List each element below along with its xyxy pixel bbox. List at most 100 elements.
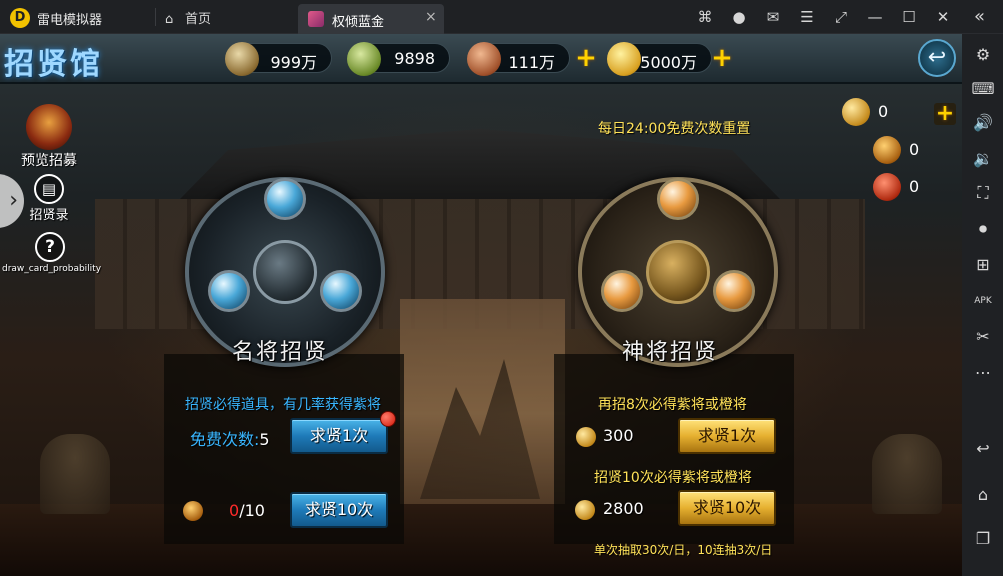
daily-reset-note: 每日24:00免费次数重置 — [598, 121, 751, 137]
add-copper-button[interactable]: + — [575, 45, 597, 71]
divine-once-hint: 再招8次必得紫将或橙将 — [598, 397, 747, 413]
record-icon[interactable]: ⏺ — [970, 216, 996, 242]
divine-recruit-ten-button[interactable]: 求贤10次 — [678, 490, 776, 526]
landscape-mural — [400, 299, 565, 529]
divine-ten-hint: 招贤10次必得紫将或橙将 — [594, 470, 752, 486]
add-token-button[interactable]: + — [934, 103, 956, 125]
stone-lion-left — [40, 434, 110, 514]
settings-icon[interactable]: ⚙ — [970, 42, 996, 68]
free-count-value: 5 — [259, 430, 270, 449]
recent-apps-icon[interactable]: ❐ — [970, 526, 996, 552]
silver-ingot-icon — [225, 42, 259, 76]
add-app-icon[interactable]: ⊞ — [970, 252, 996, 278]
daily-limit-note: 单次抽取30次/日，10连抽3次/日 — [594, 543, 773, 557]
maximize-icon[interactable]: ☐ — [899, 7, 919, 27]
volume-down-icon[interactable]: 🔉 — [970, 146, 996, 172]
silver-value: 999万 — [270, 53, 317, 72]
emulator-titlebar: D 雷电模拟器 ⌂ 首页 权倾蓝金 × ⌘ ● ✉ ☰ ⤢ — ☐ ✕ « — [0, 0, 1003, 34]
divine-fragment-count: 0 — [909, 177, 920, 196]
recruit-records-label: 招贤录 — [29, 208, 69, 223]
tab-close-icon[interactable]: × — [425, 9, 437, 25]
resource-silver: 999万 — [225, 42, 332, 76]
famous-recruit-title: 名将招贤 — [232, 340, 329, 365]
blue-orb-left-icon — [208, 270, 250, 312]
gamepad-icon[interactable]: ⌘ — [695, 7, 715, 27]
free-count-label: 免费次数: — [190, 430, 260, 449]
pin-icon[interactable]: ⤢ — [831, 7, 851, 27]
notification-dot-icon — [380, 411, 396, 427]
apk-icon[interactable]: APK — [970, 288, 996, 314]
temple-floor — [0, 504, 962, 576]
question-mark-icon: ? — [35, 232, 65, 262]
famous-recruit-once-button[interactable]: 求贤1次 — [290, 418, 388, 454]
general-fragment-row: 0 — [873, 136, 962, 164]
volume-up-icon[interactable]: 🔊 — [970, 110, 996, 136]
free-count-row: 免费次数:5 — [190, 426, 270, 450]
home-nav-icon[interactable]: ⌂ — [970, 482, 996, 508]
famous-recruit-hint: 招贤必得道具，有几率获得紫将 — [185, 397, 381, 413]
preview-recruit-label: 预览招募 — [21, 153, 77, 169]
page-title: 招贤馆 — [4, 47, 103, 82]
user-icon[interactable]: ● — [729, 7, 749, 27]
add-gold-button[interactable]: + — [711, 45, 733, 71]
divine-ten-coin-icon — [575, 500, 595, 520]
back-nav-icon[interactable]: ↩ — [970, 436, 996, 462]
token-count: 0 — [878, 102, 889, 121]
blue-orb-top-icon — [264, 178, 306, 220]
dragon-emblem-icon — [253, 240, 317, 304]
fragment-total: /10 — [239, 501, 265, 520]
divine-recruit-title: 神将招贤 — [622, 340, 719, 365]
keyboard-icon[interactable]: ⌨ — [970, 76, 996, 102]
divine-recruit-once-button[interactable]: 求贤1次 — [678, 418, 776, 454]
menu-icon[interactable]: ☰ — [797, 7, 817, 27]
scissors-icon[interactable]: ✂ — [970, 324, 996, 350]
copper-value: 111万 — [508, 53, 555, 72]
game-tab-icon — [308, 11, 324, 27]
token-count-row: 0 — [842, 98, 942, 126]
golden-dragon-emblem-icon — [646, 240, 710, 304]
minimize-icon[interactable]: — — [865, 7, 885, 27]
resource-copper: 111万 — [467, 42, 570, 76]
emulator-logo-icon: D — [10, 8, 30, 28]
recruit-records-button[interactable]: ▤ 招贤录 — [26, 174, 72, 223]
records-book-icon: ▤ — [34, 174, 64, 204]
home-tab-label: 首页 — [185, 12, 212, 27]
home-tab[interactable]: ⌂ 首页 — [165, 8, 211, 27]
game-tab-label: 权倾蓝金 — [332, 15, 385, 30]
resource-jade: 9898 — [347, 42, 450, 76]
famous-fragment-progress: 0/10 — [229, 501, 265, 520]
jade-ingot-icon — [347, 42, 381, 76]
probability-button[interactable]: ? draw_card_probability — [2, 232, 101, 274]
famous-recruit-ten-button[interactable]: 求贤10次 — [290, 492, 388, 528]
screenshot-icon[interactable]: ⛶ — [970, 180, 996, 206]
divine-fragment-row: 0 — [873, 173, 962, 201]
stone-lion-right — [872, 434, 942, 514]
mail-icon[interactable]: ✉ — [763, 7, 783, 27]
side-expand-arrow-icon[interactable]: › — [0, 174, 24, 228]
gold-ingot-icon — [607, 42, 641, 76]
game-tab[interactable]: 权倾蓝金 × — [298, 4, 444, 34]
warrior-portrait-icon — [26, 104, 72, 150]
divine-once-coin-icon — [576, 427, 596, 447]
famous-fragment-icon — [183, 501, 203, 521]
gold-orb-right-icon — [713, 270, 755, 312]
gold-orb-top-icon — [657, 178, 699, 220]
fragment-current: 0 — [229, 501, 240, 520]
copper-coin-icon — [467, 42, 501, 76]
divine-fragment-icon — [873, 173, 901, 201]
home-icon: ⌂ — [165, 12, 174, 27]
jade-value: 9898 — [394, 49, 435, 68]
back-button[interactable]: ↩ — [918, 39, 956, 77]
collapse-sidebar-icon[interactable]: « — [974, 6, 985, 27]
gold-orb-left-icon — [601, 270, 643, 312]
close-icon[interactable]: ✕ — [933, 7, 953, 27]
game-header: 招贤馆 999万 9898 111万 + 5000万 + ↩ — [0, 34, 962, 84]
token-coin-icon — [842, 98, 870, 126]
divine-once-cost: 300 — [603, 426, 634, 445]
preview-recruit-button[interactable]: 预览招募 — [10, 104, 88, 170]
game-viewport: 招贤馆 999万 9898 111万 + 5000万 + ↩ 预览招募 › ▤ … — [0, 34, 962, 576]
more-icon[interactable]: ⋯ — [970, 360, 996, 386]
general-fragment-icon — [873, 136, 901, 164]
titlebar-divider — [155, 8, 156, 26]
gold-value: 5000万 — [640, 53, 697, 72]
